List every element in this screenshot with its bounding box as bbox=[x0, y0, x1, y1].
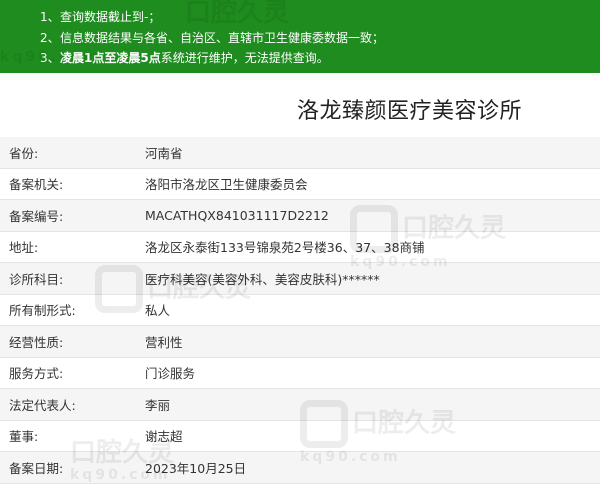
table-row: 服务方式: 门诊服务 bbox=[0, 358, 600, 389]
table-row: 董事: 谢志超 bbox=[0, 421, 600, 452]
row-label: 法定代表人: bbox=[9, 397, 76, 413]
info-table: 省份: 河南省备案机关: 洛阳市洛龙区卫生健康委员会备案编号: MACATHQX841… bbox=[0, 137, 600, 484]
notice-num: 2、 bbox=[40, 30, 60, 45]
notice-line-2: 2、信息数据结果与各省、自治区、直辖市卫生健康委数据一致； bbox=[40, 28, 600, 49]
row-label: 服务方式: bbox=[9, 366, 64, 382]
table-row: 地址: 洛龙区永泰街133号锦泉苑2号楼36、37、38商铺 bbox=[0, 232, 600, 263]
notice-num: 3、 bbox=[40, 51, 60, 65]
notice-text: 信息数据结果与各省、自治区、直辖市卫生健康委数据一致； bbox=[60, 30, 385, 45]
row-value: 2023年10月25日 bbox=[145, 460, 247, 476]
row-value: 私人 bbox=[145, 303, 171, 319]
row-value: 门诊服务 bbox=[145, 366, 196, 382]
notice-line-1: 1、查询数据截止到-； bbox=[40, 7, 600, 28]
row-label: 备案编号: bbox=[9, 208, 64, 224]
row-value: 李丽 bbox=[145, 397, 171, 413]
notice-line-3: 3、凌晨1点至凌晨5点系统进行维护，无法提供查询。 bbox=[40, 48, 600, 69]
row-label: 经营性质: bbox=[9, 334, 64, 350]
row-label: 所有制形式: bbox=[9, 303, 76, 319]
table-row: 经营性质: 营利性 bbox=[0, 326, 600, 358]
row-value: 营利性 bbox=[145, 334, 183, 350]
table-row: 备案日期: 2023年10月25日 bbox=[0, 452, 600, 484]
notice-text: 查询数据截止到-； bbox=[60, 10, 161, 24]
notice-bold-time: 凌晨1点至凌晨5点 bbox=[60, 51, 161, 65]
table-row: 所有制形式: 私人 bbox=[0, 295, 600, 326]
row-label: 董事: bbox=[9, 429, 39, 445]
table-row: 诊所科目: 医疗科美容(美容外科、美容皮肤科)****** bbox=[0, 263, 600, 295]
table-row: 备案机关: 洛阳市洛龙区卫生健康委员会 bbox=[0, 169, 600, 200]
row-value: 洛阳市洛龙区卫生健康委员会 bbox=[145, 177, 308, 193]
notice-num: 1、 bbox=[40, 10, 60, 24]
row-label: 备案机关: bbox=[9, 177, 64, 193]
notice-text: 系统进行维护，无法提供查询。 bbox=[160, 51, 329, 65]
table-row: 法定代表人: 李丽 bbox=[0, 389, 600, 421]
row-value: 洛龙区永泰街133号锦泉苑2号楼36、37、38商铺 bbox=[145, 240, 425, 256]
row-value: 河南省 bbox=[145, 145, 183, 161]
row-label: 地址: bbox=[9, 240, 39, 256]
row-value: 谢志超 bbox=[145, 429, 183, 445]
row-value: 医疗科美容(美容外科、美容皮肤科)****** bbox=[145, 271, 380, 287]
table-row: 省份: 河南省 bbox=[0, 137, 600, 169]
page-title: 洛龙臻颜医疗美容诊所 bbox=[296, 99, 522, 124]
notice-banner: 1、查询数据截止到-； 2、信息数据结果与各省、自治区、直辖市卫生健康委数据一致… bbox=[0, 0, 600, 73]
row-label: 省份: bbox=[9, 145, 39, 161]
row-value: MACATHQX841031117D2212 bbox=[145, 207, 329, 223]
row-label: 诊所科目: bbox=[9, 271, 64, 287]
row-label: 备案日期: bbox=[9, 460, 64, 476]
table-row: 备案编号: MACATHQX841031117D2212 bbox=[0, 200, 600, 232]
